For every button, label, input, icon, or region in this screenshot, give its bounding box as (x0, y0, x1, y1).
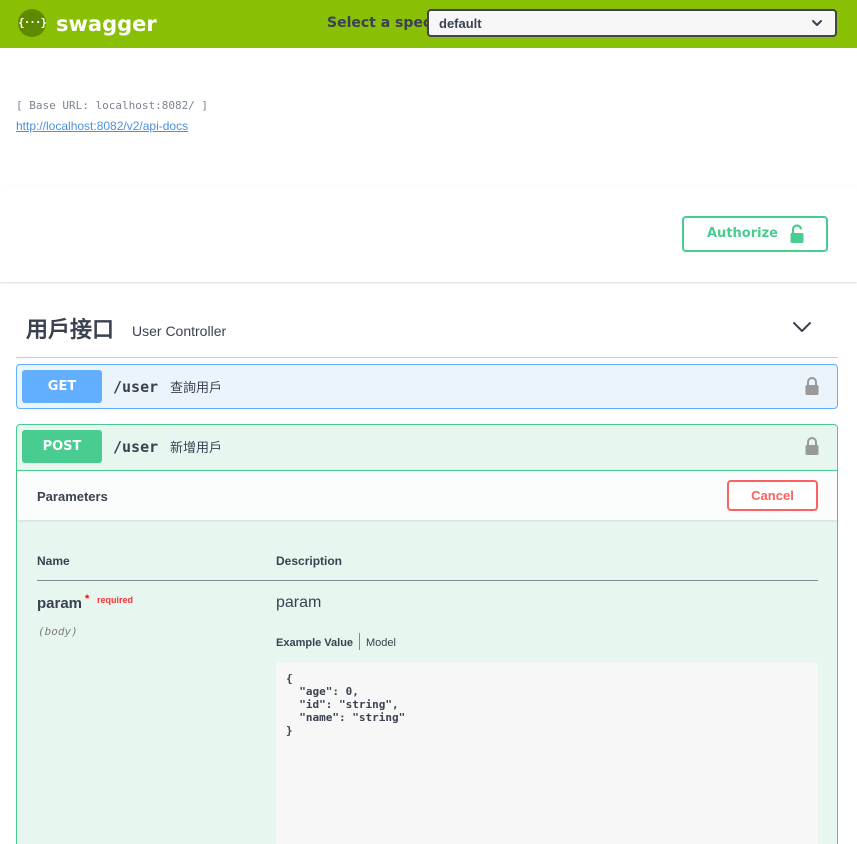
cancel-button[interactable]: Cancel (727, 480, 818, 511)
unlocked-lock-icon (790, 224, 804, 243)
param-description: param (276, 594, 322, 611)
spec-select-value: default (439, 16, 482, 31)
tab-divider (359, 633, 360, 650)
chevron-down-icon[interactable] (792, 320, 812, 334)
parameters-title: Parameters (37, 489, 108, 504)
topbar: {···} swagger Select a spec default (0, 0, 857, 48)
base-url: [ Base URL: localhost:8082/ ] (16, 99, 209, 112)
param-location: (body) (38, 625, 78, 638)
spec-select[interactable]: default (427, 9, 837, 37)
operation-summary[interactable]: 新增用戶 (170, 439, 222, 456)
opblock-get-user[interactable]: GET /user 查詢用戶 (16, 364, 838, 409)
tab-model[interactable]: Model (366, 636, 396, 650)
chevron-down-icon (812, 20, 822, 26)
method-badge-get: GET (22, 370, 102, 403)
operation-path: /user (113, 378, 159, 396)
cancel-label: Cancel (751, 488, 794, 503)
spec-select-label: Select a spec (327, 15, 432, 31)
tag-description: User Controller (132, 323, 227, 339)
swagger-logo-icon[interactable]: {···} (18, 9, 47, 37)
operation-summary: 查詢用戶 (170, 380, 223, 395)
required-label: required (97, 595, 134, 605)
parameters-header: Parameters Cancel (17, 470, 837, 520)
tag-header[interactable]: 用戶接口 User Controller (16, 308, 838, 358)
authorize-button[interactable]: Authorize (682, 216, 828, 252)
info-section: [ Base URL: localhost:8082/ ] http://loc… (0, 48, 857, 186)
required-marker: * (85, 593, 90, 605)
tag-name: 用戶接口 (26, 318, 115, 343)
lock-icon[interactable] (804, 376, 820, 396)
method-badge-post[interactable]: POST (22, 430, 102, 463)
api-docs-link[interactable]: http://localhost:8082/v2/api-docs (16, 119, 188, 134)
example-value-box[interactable]: { "age": 0, "id": "string", "name": "str… (276, 662, 818, 844)
param-name: param (37, 595, 83, 612)
table-divider (37, 580, 818, 581)
authorize-label: Authorize (707, 226, 778, 241)
lock-icon[interactable] (804, 436, 820, 456)
operation-path[interactable]: /user (113, 437, 158, 457)
column-header-description: Description (276, 554, 343, 568)
brand-name[interactable]: swagger (56, 10, 157, 38)
column-header-name: Name (37, 554, 70, 568)
tab-example-value[interactable]: Example Value (276, 636, 353, 650)
opblock-post-user: POST /user 新增用戶 Parameters Cancel Name D… (16, 424, 838, 844)
example-value-code: { "age": 0, "id": "string", "name": "str… (286, 672, 406, 737)
scheme-container: Authorize (0, 186, 857, 282)
